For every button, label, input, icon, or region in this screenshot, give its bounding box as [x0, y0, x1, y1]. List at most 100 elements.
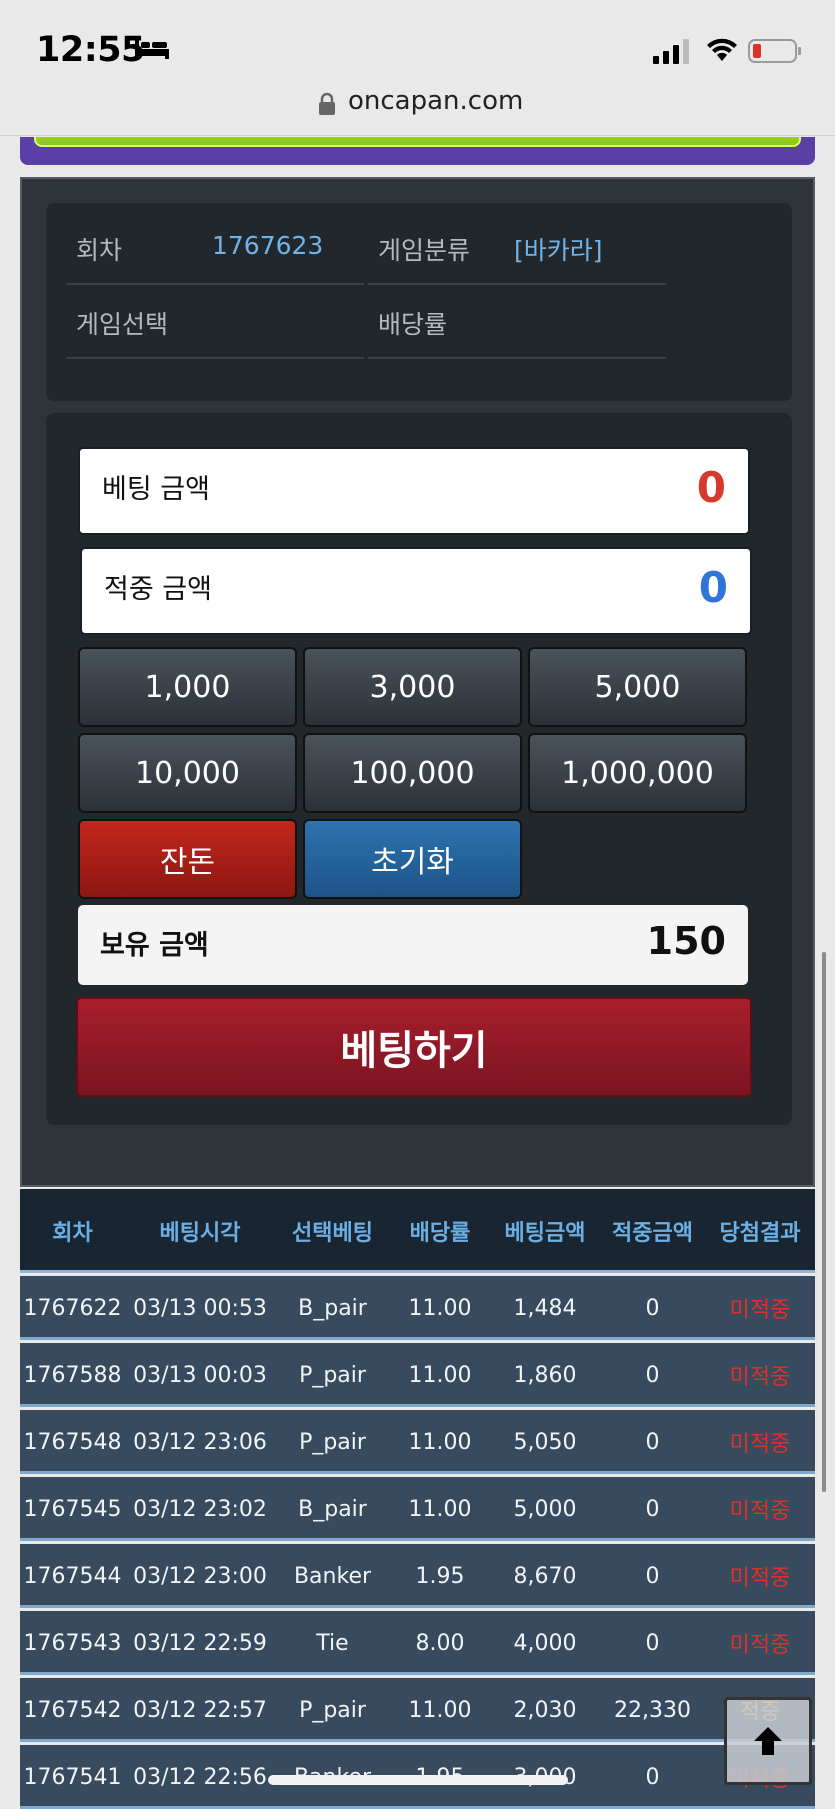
page-content: 회차 1767623 게임분류 [바카라] 게임선택 배당률 베팅 금액 0 적…: [0, 137, 835, 1809]
cell-round: 1767622: [23, 1295, 122, 1321]
cell-odds: 11.00: [408, 1429, 472, 1455]
cell-time: 03/12 23:00: [133, 1563, 267, 1589]
cell-result: 미적중: [729, 1298, 791, 1323]
cell-bet: 1,860: [513, 1362, 577, 1388]
arrow-up-icon: [754, 1727, 782, 1755]
round-value: 1767623: [212, 231, 324, 260]
column-header-bet: 베팅금액: [504, 1221, 586, 1246]
win-amount-label: 적중 금액: [104, 574, 212, 605]
chip-button-5000[interactable]: 5,000: [528, 647, 747, 727]
cell-bet: 2,030: [513, 1697, 577, 1723]
game-info-box: 회차 1767623 게임분류 [바카라] 게임선택 배당률: [46, 203, 792, 401]
category-label: 게임분류: [378, 236, 471, 265]
cell-odds: 11.00: [408, 1697, 472, 1723]
cell-round: 1767548: [23, 1429, 122, 1455]
cell-round: 1767588: [23, 1362, 122, 1388]
cell-result: 미적중: [729, 1499, 791, 1524]
category-value: [바카라]: [514, 236, 603, 265]
table-row: 1767548 03/12 23:06 P_pair 11.00 5,050 0 미적중: [20, 1410, 815, 1474]
cell-pick: P_pair: [299, 1697, 366, 1723]
cell-round: 1767545: [23, 1496, 122, 1522]
cell-time: 03/13 00:53: [133, 1295, 267, 1321]
odds-cell: 배당률: [368, 285, 666, 359]
cell-round: 1767543: [23, 1630, 122, 1656]
balance-label: 보유 금액: [100, 930, 209, 961]
round-cell: 회차 1767623: [66, 211, 364, 285]
cell-odds: 11.00: [408, 1496, 472, 1522]
cell-win: 0: [645, 1764, 660, 1790]
column-header-time: 베팅시각: [159, 1221, 241, 1246]
column-header-win: 적중금액: [612, 1221, 693, 1246]
table-row: 1767544 03/12 23:00 Banker 1.95 8,670 0 미적중: [20, 1544, 815, 1608]
cell-odds: 11.00: [408, 1295, 472, 1321]
game-screen-frame: [20, 137, 815, 165]
cell-win: 0: [645, 1429, 660, 1455]
home-indicator: [268, 1775, 568, 1785]
selection-label: 게임선택: [76, 310, 169, 339]
sleep-mode-icon: [135, 39, 169, 59]
cell-pick: P_pair: [299, 1362, 366, 1388]
cell-odds: 1.95: [415, 1563, 465, 1589]
bet-amount-field[interactable]: 베팅 금액 0: [78, 447, 750, 535]
address-bar[interactable]: oncapan.com: [0, 80, 835, 136]
cell-bet: 5,000: [513, 1496, 577, 1522]
chip-button-10000[interactable]: 10,000: [78, 733, 297, 813]
cell-win: 0: [645, 1563, 660, 1589]
win-amount-value: 0: [698, 563, 728, 612]
cell-time: 03/13 00:03: [133, 1362, 267, 1388]
status-bar: 12:55: [0, 0, 835, 92]
category-cell: 게임분류 [바카라]: [368, 211, 666, 285]
cell-pick: B_pair: [298, 1295, 367, 1321]
scroll-top-button[interactable]: [724, 1697, 812, 1785]
cell-result: 미적중: [729, 1365, 791, 1390]
balance-field: 보유 금액 150: [78, 905, 748, 985]
balance-value: 150: [646, 919, 726, 963]
chip-button-1000000[interactable]: 1,000,000: [528, 733, 747, 813]
chip-button-1000[interactable]: 1,000: [78, 647, 297, 727]
cell-win: 0: [645, 1496, 660, 1522]
change-button[interactable]: 잔돈: [78, 819, 297, 899]
cell-odds: 11.00: [408, 1362, 472, 1388]
table-row: 1767622 03/13 00:53 B_pair 11.00 1,484 0 미적중: [20, 1276, 815, 1340]
table-row: 1767588 03/13 00:03 P_pair 11.00 1,860 0 미적중: [20, 1343, 815, 1407]
odds-label: 배당률: [378, 310, 448, 339]
battery-low-icon: [748, 39, 801, 63]
reset-button[interactable]: 초기화: [303, 819, 522, 899]
cell-round: 1767544: [23, 1563, 122, 1589]
bet-amount-label: 베팅 금액: [102, 474, 210, 505]
cell-win: 0: [645, 1295, 660, 1321]
chip-button-100000[interactable]: 100,000: [303, 733, 522, 813]
round-label: 회차: [76, 236, 123, 265]
cell-win: 0: [645, 1362, 660, 1388]
status-time: 12:55: [36, 30, 145, 70]
cell-win: 22,330: [614, 1697, 691, 1723]
chip-button-3000[interactable]: 3,000: [303, 647, 522, 727]
lock-icon: [319, 92, 335, 115]
cell-time: 03/12 22:56: [133, 1764, 267, 1790]
table-row: 1767542 03/12 22:57 P_pair 11.00 2,030 22,330…: [20, 1678, 815, 1742]
column-header-odds: 배당률: [409, 1221, 471, 1246]
cell-bet: 4,000: [513, 1630, 577, 1656]
table-row: 1767543 03/12 22:59 Tie 8.00 4,000 0 미적중: [20, 1611, 815, 1675]
column-header-round: 회차: [52, 1221, 93, 1246]
cell-time: 03/12 23:06: [133, 1429, 267, 1455]
cell-result: 미적중: [729, 1633, 791, 1658]
cell-bet: 8,670: [513, 1563, 577, 1589]
cell-pick: Banker: [293, 1563, 372, 1589]
cell-time: 03/12 22:59: [133, 1630, 267, 1656]
win-amount-field[interactable]: 적중 금액 0: [80, 547, 752, 635]
bet-amount-value: 0: [696, 463, 726, 512]
column-header-result: 당첨결과: [719, 1221, 801, 1246]
cell-time: 03/12 23:02: [133, 1496, 267, 1522]
cell-odds: 8.00: [415, 1630, 465, 1656]
url-text: oncapan.com: [348, 86, 524, 116]
bet-input-box: 베팅 금액 0 적중 금액 0 1,000 3,000 5,000 10,000…: [46, 413, 792, 1125]
table-header: 회차 베팅시각 선택베팅 배당률 베팅금액 적중금액 당첨결과: [20, 1189, 815, 1273]
cell-result: 미적중: [729, 1432, 791, 1457]
cell-time: 03/12 22:57: [133, 1697, 267, 1723]
cell-pick: Tie: [316, 1630, 349, 1656]
scrollbar[interactable]: [822, 952, 826, 1492]
wifi-icon: [707, 38, 737, 61]
table-row: 1767545 03/12 23:02 B_pair 11.00 5,000 0 미적중: [20, 1477, 815, 1541]
place-bet-button[interactable]: 베팅하기: [76, 997, 752, 1097]
